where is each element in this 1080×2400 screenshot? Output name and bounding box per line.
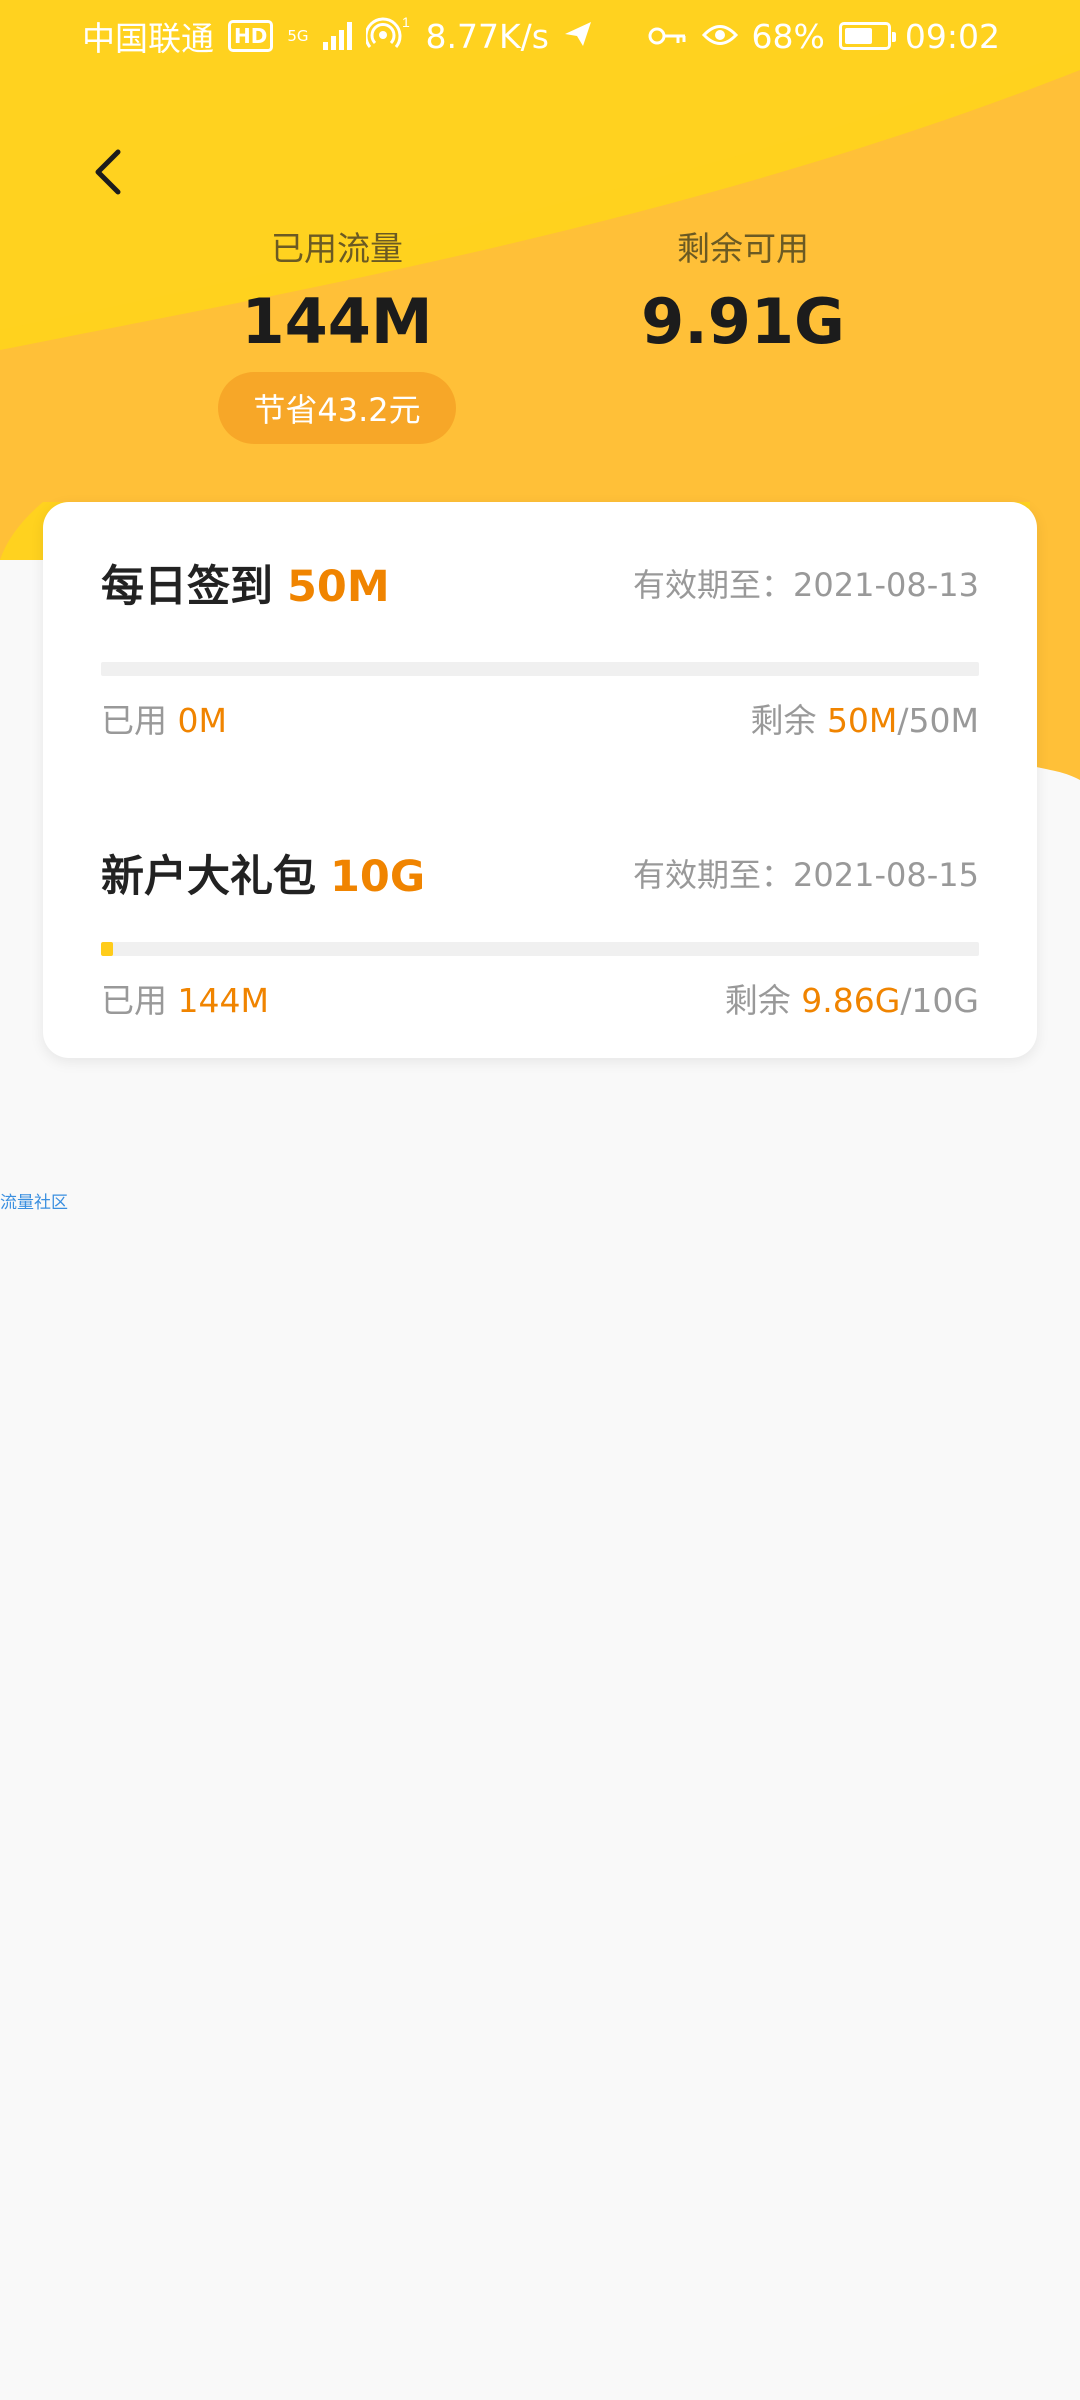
used-traffic-value: 144M xyxy=(241,285,433,358)
used-amount: 已用 144M xyxy=(101,974,269,1022)
remaining-value: 50M xyxy=(826,701,898,740)
used-traffic-label: 已用流量 xyxy=(271,229,403,268)
battery-level xyxy=(844,28,873,44)
package-header: 每日签到 50M 有效期至：2021-08-13 xyxy=(101,552,979,614)
package-title-group: 新户大礼包 10G xyxy=(101,842,425,904)
package-title-group: 每日签到 50M xyxy=(101,552,390,614)
eye-icon xyxy=(701,17,738,56)
savings-badge: 节省43.2元 xyxy=(218,372,456,444)
hotspot-count: 1 xyxy=(402,15,410,30)
hd-icon: HD xyxy=(228,20,274,52)
package-expiry: 有效期至：2021-08-15 xyxy=(633,850,979,896)
signal-icon xyxy=(322,22,352,50)
remaining-traffic-stat: 剩余可用 9.91G xyxy=(563,225,923,367)
package-item-new-user-gift: 新户大礼包 10G 有效期至：2021-08-15 已用 144M 剩余 9.86… xyxy=(101,782,979,1062)
used-label: 已用 xyxy=(101,701,167,740)
carrier-name: 中国联通 xyxy=(82,19,214,58)
remaining-amount: 剩余 50M/50M xyxy=(750,694,979,742)
remaining-label: 剩余 xyxy=(750,701,817,740)
chevron-left-icon xyxy=(95,149,121,195)
remaining-label: 剩余 xyxy=(724,981,791,1020)
usage-progress-bar xyxy=(101,662,979,676)
status-bar: 中国联通 HD 5G 1 8.77K/s 68% 09:02 xyxy=(0,0,1080,72)
expiry-date: 2021-08-15 xyxy=(793,856,979,894)
network-speed: 8.77K/s xyxy=(425,16,549,56)
remaining-traffic-value: 9.91G xyxy=(641,285,845,358)
send-icon xyxy=(563,17,593,56)
used-traffic-stat: 已用流量 144M xyxy=(157,225,517,367)
key-icon xyxy=(648,17,688,56)
used-amount: 已用 0M xyxy=(101,694,227,742)
package-expiry: 有效期至：2021-08-13 xyxy=(633,560,979,606)
package-amount: 50M xyxy=(287,562,390,612)
watermark-text: 流量社区 xyxy=(0,1193,68,1213)
package-usage: 已用 0M 剩余 50M/50M xyxy=(101,694,979,742)
remaining-value: 9.86G xyxy=(801,981,901,1020)
used-label: 已用 xyxy=(101,981,167,1020)
package-usage: 已用 144M 剩余 9.86G/10G xyxy=(101,974,979,1022)
screen: 中国联通 HD 5G 1 8.77K/s 68% 09:02 已用流量 144M… xyxy=(0,0,1080,2400)
back-button[interactable] xyxy=(82,140,134,204)
hotspot-icon: 1 xyxy=(364,14,412,57)
expiry-date: 2021-08-13 xyxy=(793,566,979,604)
used-value: 144M xyxy=(177,981,269,1020)
usage-progress-fill xyxy=(101,942,114,956)
network-type: 5G xyxy=(287,27,309,45)
used-value: 0M xyxy=(177,701,227,740)
package-card: 每日签到 50M 有效期至：2021-08-13 已用 0M 剩余 50M/50M… xyxy=(43,502,1037,1058)
total-value: /10G xyxy=(900,981,979,1020)
remaining-traffic-label: 剩余可用 xyxy=(677,229,809,268)
clock: 09:02 xyxy=(904,16,1000,56)
expiry-label: 有效期至： xyxy=(633,566,794,604)
battery-percent: 68% xyxy=(751,16,825,56)
status-left: 中国联通 HD 5G 1 8.77K/s xyxy=(82,12,593,60)
usage-progress-bar xyxy=(101,942,979,956)
remaining-amount: 剩余 9.86G/10G xyxy=(725,974,979,1022)
total-value: /50M xyxy=(897,701,979,740)
package-title: 每日签到 xyxy=(101,562,273,612)
battery-icon xyxy=(838,22,896,50)
package-item-daily-checkin: 每日签到 50M 有效期至：2021-08-13 已用 0M 剩余 50M/50M xyxy=(101,502,979,782)
expiry-label: 有效期至： xyxy=(633,856,794,894)
status-right: 68% 09:02 xyxy=(648,17,1000,56)
package-title: 新户大礼包 xyxy=(101,852,316,902)
package-amount: 10G xyxy=(330,852,426,902)
package-header: 新户大礼包 10G 有效期至：2021-08-15 xyxy=(101,842,979,904)
